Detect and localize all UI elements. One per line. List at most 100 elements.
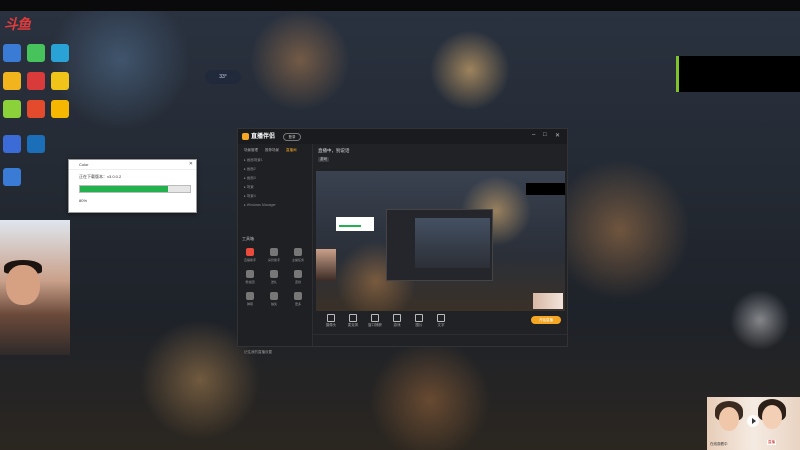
play-icon[interactable]: [747, 415, 759, 427]
tool-icon[interactable]: [270, 248, 278, 256]
stream-preview: [316, 171, 565, 311]
temperature-badge: 33°: [205, 70, 241, 84]
person-face: [762, 405, 782, 429]
scene-item[interactable]: ▸ Windows Manager: [244, 203, 276, 207]
person-face: [719, 407, 739, 431]
download-dialog: Color ✕ 正在下载版本：v3.0.0.2 80%: [68, 159, 197, 213]
pip-caption: 在线观看中: [710, 442, 728, 446]
tool-icon[interactable]: [246, 292, 254, 300]
tool-label: 连线: [294, 280, 301, 284]
tool-icon[interactable]: [270, 292, 278, 300]
source-label: 文字: [437, 323, 445, 327]
tool-label: 抽奖: [270, 302, 277, 306]
tool-label: 直播助手: [243, 258, 256, 262]
tool-icon[interactable]: [246, 270, 254, 278]
preview-webcam: [316, 249, 336, 281]
source-button[interactable]: 文字: [430, 314, 452, 328]
overlay-green-bar: [676, 56, 679, 92]
source-icon: [415, 314, 423, 322]
app-header: 直播伴侣 登录 – □ ✕: [238, 129, 567, 144]
scene-item[interactable]: ▸ 画面3: [244, 176, 256, 181]
download-progress: [79, 185, 191, 193]
tool-label: 房管助手: [267, 258, 280, 262]
source-label: 麦克风: [347, 323, 359, 327]
scene-item[interactable]: ▸ 画面场景1: [244, 158, 263, 163]
app-icon-2[interactable]: [27, 44, 45, 62]
app-icon-4[interactable]: [3, 72, 21, 90]
tool-icon[interactable]: [294, 248, 302, 256]
source-label: 图片: [415, 323, 423, 327]
app-icon-7[interactable]: [3, 100, 21, 118]
preview-pip: [533, 293, 563, 309]
preview-dialog: [336, 217, 374, 231]
app-logo: 直播伴侣: [242, 131, 275, 140]
top-bar: [0, 0, 800, 11]
close-icon[interactable]: ✕: [555, 132, 560, 139]
status-bar: [312, 334, 567, 347]
dialog-title: Color: [69, 160, 196, 170]
tool-label: 送礼: [270, 280, 277, 284]
app-sidebar: 场景管理 推荐场景 直播间 ▸ 画面场景1 ▸ 画面2 ▸ 画面3 ▸ 场景 ▸ 场景4 ▸ …: [238, 144, 313, 354]
nested-preview: [415, 218, 490, 268]
source-icon: [327, 314, 335, 322]
scene-item[interactable]: ▸ 场景4: [244, 194, 256, 199]
scene-item[interactable]: ▸ 画面2: [244, 167, 256, 172]
tab-0[interactable]: 场景管理: [244, 148, 258, 152]
app-icon-3[interactable]: [51, 44, 69, 62]
source-label: 摄像头: [325, 323, 337, 327]
stream-app-window: 直播伴侣 登录 – □ ✕ 场景管理 推荐场景 直播间 ▸ 画面场景1 ▸ 画面2 ▸ …: [237, 128, 568, 354]
source-icon: [371, 314, 379, 322]
source-icon: [349, 314, 357, 322]
pip-tag: 直播: [767, 440, 776, 445]
app-icon-8[interactable]: [27, 100, 45, 118]
app-icon-12[interactable]: [3, 168, 21, 186]
preview-progress: [339, 225, 361, 227]
start-live-button[interactable]: 开始直播: [531, 316, 561, 324]
douyu-logo: 斗鱼: [4, 16, 31, 32]
webcam-feed: [0, 220, 70, 355]
source-button[interactable]: 摄像头: [320, 314, 342, 328]
tool-label: 弹幕: [246, 302, 253, 306]
tool-icon[interactable]: [270, 270, 278, 278]
download-status: 正在下载版本：v3.0.0.2: [79, 174, 122, 179]
source-button[interactable]: 游戏: [386, 314, 408, 328]
tab-2[interactable]: 直播间: [286, 148, 297, 152]
source-icon: [437, 314, 445, 322]
app-icon-1[interactable]: [3, 44, 21, 62]
tool-icon[interactable]: [294, 270, 302, 278]
live-category: 游戏: [318, 157, 329, 162]
source-label: 游戏: [393, 323, 401, 327]
tool-label: 更多: [294, 302, 301, 306]
tool-icon[interactable]: [294, 292, 302, 300]
tool-label: 粉丝团: [245, 280, 255, 284]
category-tag[interactable]: 游戏: [318, 157, 329, 162]
app-icon-11[interactable]: [27, 135, 45, 153]
close-icon[interactable]: ✕: [189, 161, 193, 167]
download-progress-fill: [80, 186, 168, 192]
overlay-black-box-top: [676, 56, 800, 92]
person-face: [6, 265, 40, 305]
app-icon-6[interactable]: [51, 72, 69, 90]
bottom-right-webcam: 在线观看中 直播: [707, 397, 800, 450]
maximize-icon[interactable]: □: [543, 132, 547, 138]
download-percent: 80%: [79, 198, 88, 203]
source-button[interactable]: 窗口捕获: [364, 314, 386, 328]
tool-icon[interactable]: [246, 248, 254, 256]
source-button[interactable]: 图片: [408, 314, 430, 328]
remember-settings[interactable]: 记住我的直播设置: [244, 350, 272, 355]
app-icon-5[interactable]: [27, 72, 45, 90]
source-toolbar: 摄像头 麦克风 窗口捕获 游戏 图片 文字: [312, 312, 567, 332]
app-icon-10[interactable]: [3, 135, 21, 153]
live-title: 直播中，别说话: [318, 148, 350, 153]
tab-1[interactable]: 推荐场景: [265, 148, 279, 152]
source-icon: [393, 314, 401, 322]
source-button[interactable]: 麦克风: [342, 314, 364, 328]
toolbox-label: 工具箱: [242, 236, 254, 241]
login-pill[interactable]: 登录: [283, 133, 301, 141]
minimize-icon[interactable]: –: [532, 132, 535, 138]
nested-app-preview: [386, 209, 493, 281]
scene-item[interactable]: ▸ 场景: [244, 185, 254, 190]
tool-label: 主播任务: [291, 258, 304, 262]
source-label: 窗口捕获: [368, 323, 382, 327]
app-icon-9[interactable]: [51, 100, 69, 118]
